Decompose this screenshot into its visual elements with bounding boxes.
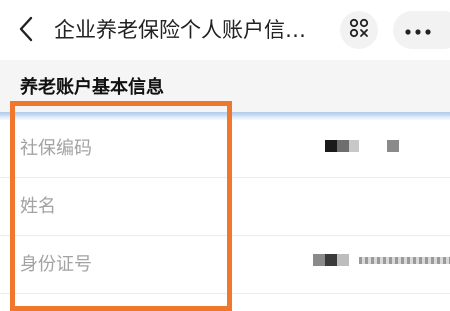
section-divider-shadow	[0, 112, 450, 120]
top-navigation-bar: 企业养老保险个人账户信…	[0, 0, 450, 60]
section-header: 养老账户基本信息	[0, 60, 450, 116]
more-dots-icon	[403, 21, 433, 40]
row-label: 姓名	[20, 196, 56, 217]
page-title: 企业养老保险个人账户信…	[54, 18, 306, 42]
row-label: 身份证号	[20, 254, 92, 275]
scan-button[interactable]	[340, 11, 378, 49]
more-button[interactable]	[393, 11, 450, 49]
info-row-social-security-code: 社保编码	[0, 120, 450, 178]
section-title: 养老账户基本信息	[20, 77, 164, 98]
back-chevron-icon[interactable]	[14, 14, 38, 44]
info-row-name: 姓名	[0, 178, 450, 236]
row-label: 社保编码	[20, 138, 92, 159]
info-row-id-number: 身份证号	[0, 236, 450, 294]
scan-icon	[348, 17, 370, 43]
